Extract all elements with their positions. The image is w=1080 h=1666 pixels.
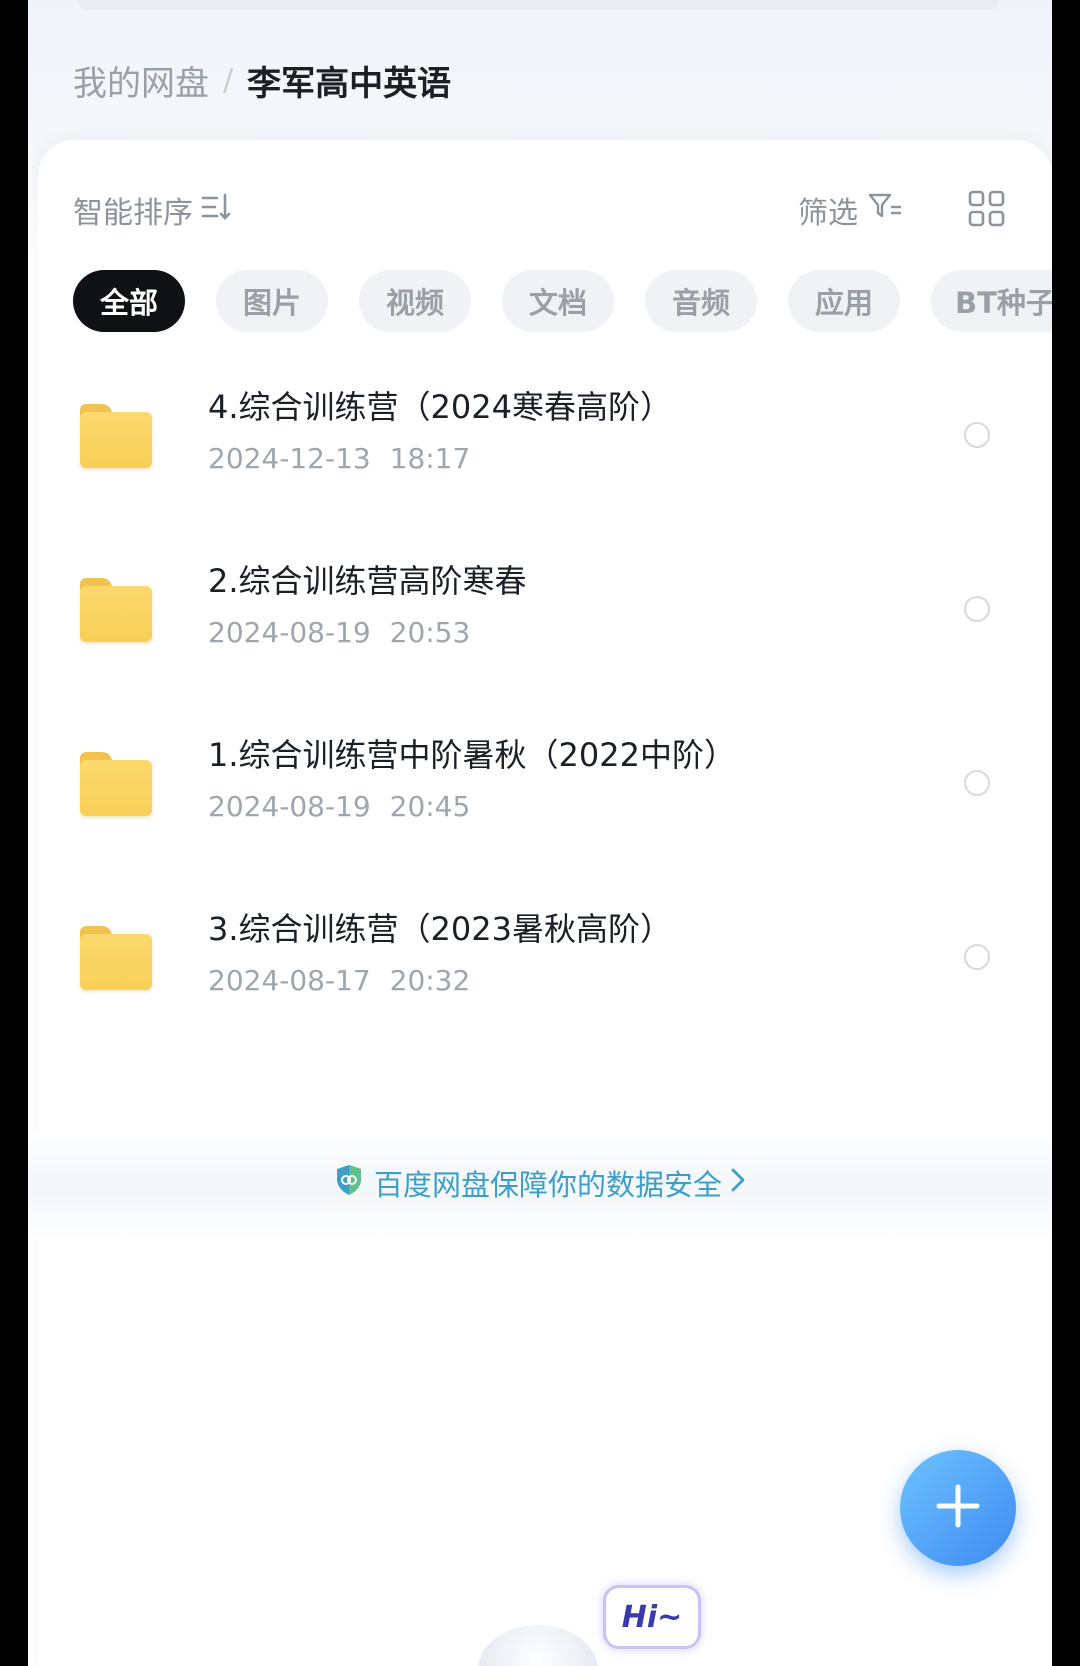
plus-icon [935, 1483, 981, 1533]
mascot-greeting-bubble[interactable]: Hi~ [603, 1585, 701, 1649]
breadcrumb-current: 李军高中英语 [247, 63, 452, 104]
chip-videos[interactable]: 视频 [359, 270, 471, 332]
select-radio[interactable] [964, 770, 990, 796]
breadcrumb: 我的网盘 / 李军高中英语 [73, 55, 451, 105]
add-button[interactable] [900, 1450, 1016, 1566]
file-list: 4.综合训练营（2024寒春高阶） 2024-12-13 18:17 2.综合训… [28, 362, 1052, 1058]
folder-icon [80, 752, 152, 816]
chip-bt-torrents[interactable]: BT种子 [931, 270, 1052, 332]
list-item[interactable]: 1.综合训练营中阶暑秋（2022中阶） 2024-08-19 20:45 [28, 710, 1052, 884]
select-radio[interactable] [964, 596, 990, 622]
filter-funnel-icon [868, 191, 902, 229]
file-date: 2024-08-17 20:32 [208, 964, 471, 997]
filter-button[interactable]: 筛选 [798, 188, 902, 232]
breadcrumb-root-link[interactable]: 我的网盘 [73, 56, 209, 105]
file-date: 2024-08-19 20:53 [208, 616, 471, 649]
file-name: 3.综合训练营（2023暑秋高阶） [208, 910, 672, 948]
chip-images[interactable]: 图片 [216, 270, 328, 332]
list-item[interactable]: 4.综合训练营（2024寒春高阶） 2024-12-13 18:17 [28, 362, 1052, 536]
select-radio[interactable] [964, 944, 990, 970]
folder-icon [80, 926, 152, 990]
file-date: 2024-12-13 18:17 [208, 442, 471, 475]
sort-label: 智能排序 [73, 196, 193, 231]
category-filter-bar: 全部 图片 视频 文档 音频 应用 BT种子 [73, 270, 1052, 332]
select-radio[interactable] [964, 422, 990, 448]
security-notice-text: 百度网盘保障你的数据安全 [373, 1168, 722, 1202]
sort-lines-icon [201, 192, 233, 229]
security-notice-link[interactable]: 百度网盘保障你的数据安全 [28, 1160, 1052, 1206]
file-date: 2024-08-19 20:45 [208, 790, 471, 823]
app-screen: 我的网盘 / 李军高中英语 智能排序 筛选 全部 图片 视频 文档 音频 应用 … [28, 0, 1052, 1666]
file-name: 4.综合训练营（2024寒春高阶） [208, 388, 672, 426]
chevron-right-icon [730, 1167, 746, 1200]
top-search-strip [78, 0, 998, 10]
file-name: 1.综合训练营中阶暑秋（2022中阶） [208, 736, 736, 774]
list-item[interactable]: 3.综合训练营（2023暑秋高阶） 2024-08-17 20:32 [28, 884, 1052, 1058]
chip-all[interactable]: 全部 [73, 270, 185, 332]
folder-icon [80, 404, 152, 468]
sort-button[interactable]: 智能排序 [73, 188, 233, 232]
chip-documents[interactable]: 文档 [502, 270, 614, 332]
shield-icon [334, 1163, 364, 1204]
chip-audio[interactable]: 音频 [645, 270, 757, 332]
grid-view-icon[interactable] [968, 190, 1006, 232]
file-name: 2.综合训练营高阶寒春 [208, 562, 527, 600]
filter-label: 筛选 [798, 196, 858, 231]
breadcrumb-separator: / [223, 62, 234, 98]
list-item[interactable]: 2.综合训练营高阶寒春 2024-08-19 20:53 [28, 536, 1052, 710]
chip-apps[interactable]: 应用 [788, 270, 900, 332]
folder-icon [80, 578, 152, 642]
